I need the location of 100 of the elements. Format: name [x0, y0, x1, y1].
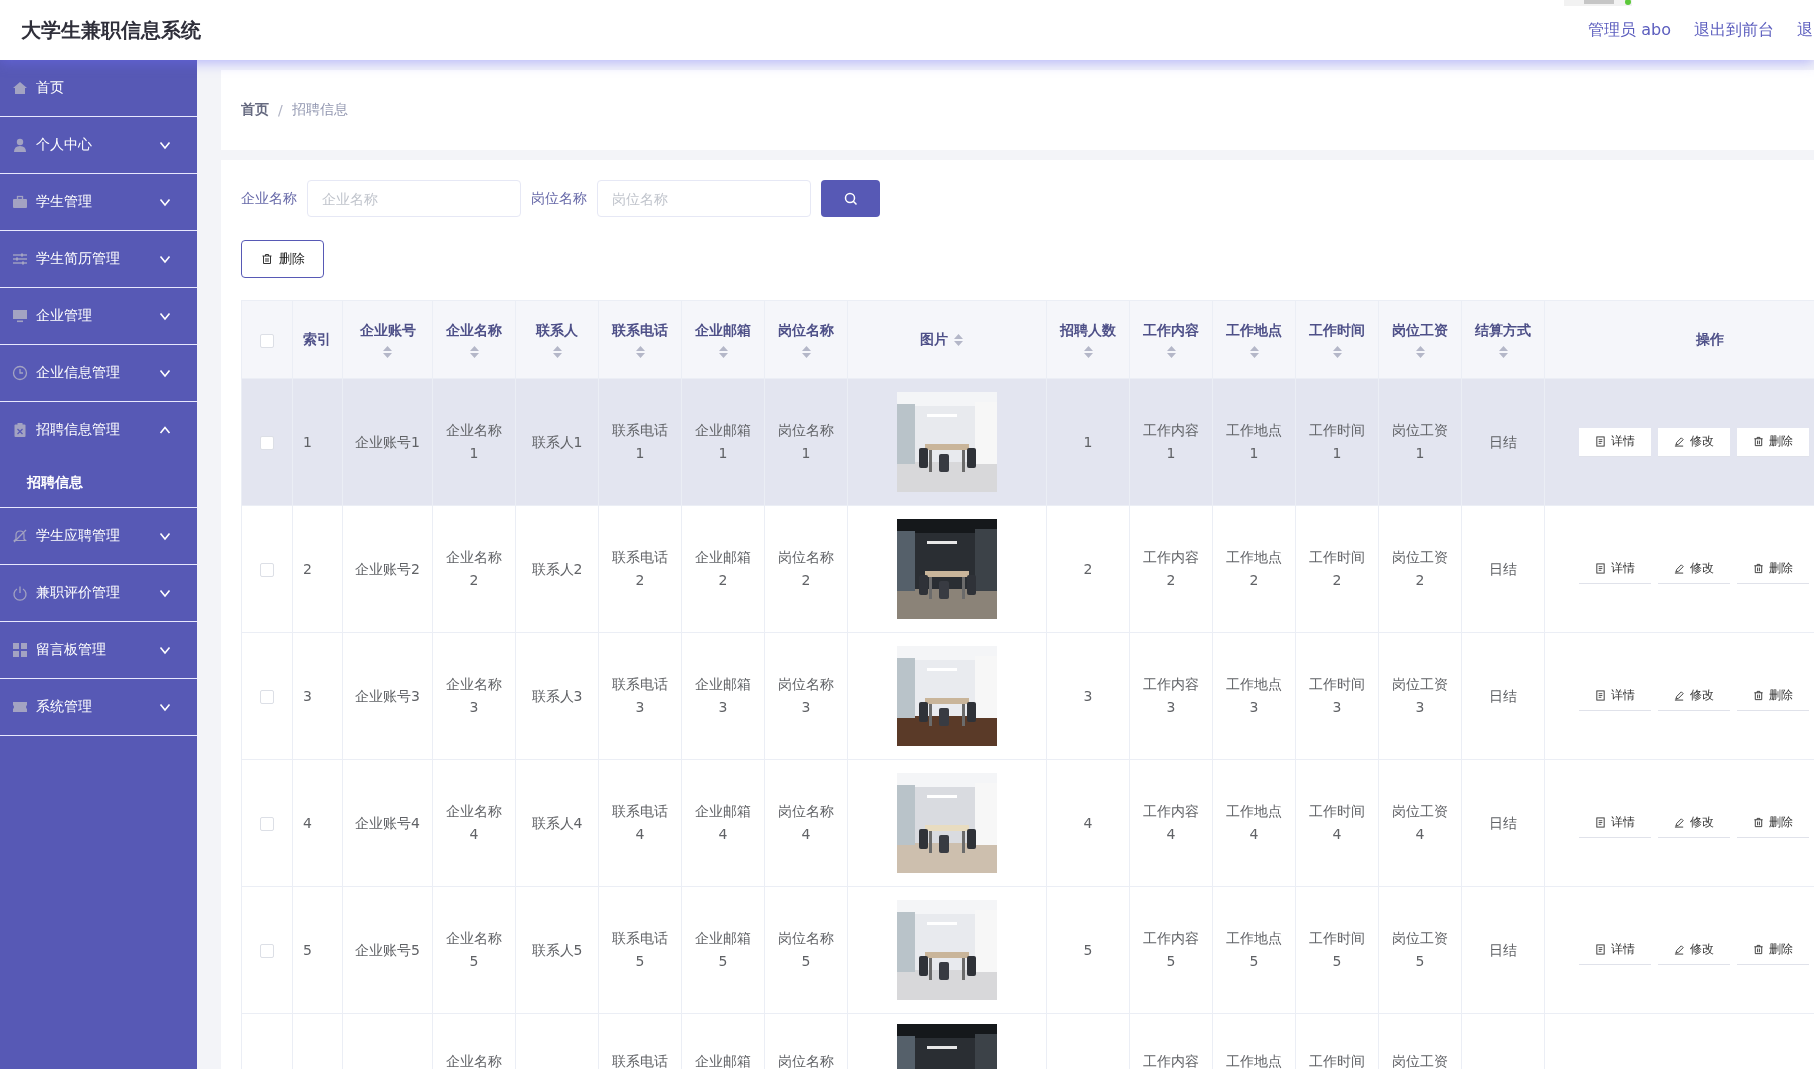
- details-button[interactable]: 详情: [1579, 427, 1651, 457]
- table-cell: 工作地点3: [1226, 676, 1282, 715]
- table-cell: 联系电话4: [612, 803, 668, 842]
- checkbox[interactable]: [260, 435, 274, 450]
- checkbox[interactable]: [260, 689, 274, 704]
- sliders-icon: [12, 251, 28, 267]
- field-label: 岗位名称: [531, 189, 587, 208]
- table-cell: 1: [303, 433, 312, 450]
- table-cell: 联系人1: [531, 433, 583, 450]
- table-cell: 企业邮箱5: [695, 930, 751, 969]
- sort-icon[interactable]: [469, 345, 479, 358]
- sort-icon[interactable]: [1083, 345, 1093, 358]
- document-icon: [1595, 563, 1606, 574]
- monitor-icon: [12, 308, 28, 324]
- table-cell: 工作地点1: [1226, 422, 1282, 461]
- column-header[interactable]: 工作地点: [1226, 321, 1282, 340]
- trash-icon: [1753, 563, 1764, 574]
- checkbox[interactable]: [260, 562, 274, 577]
- checkbox[interactable]: [260, 816, 274, 831]
- sort-icon[interactable]: [801, 345, 811, 358]
- clock-icon: [12, 365, 28, 381]
- column-header[interactable]: 岗位名称: [778, 321, 834, 340]
- table-cell: 工作内容3: [1143, 676, 1199, 715]
- header-link[interactable]: 退出到前台: [1694, 19, 1774, 41]
- breadcrumb-link[interactable]: 首页: [241, 101, 269, 119]
- sidebar-item[interactable]: 留言板管理: [0, 622, 197, 679]
- search-field[interactable]: 岗位名称: [597, 180, 811, 217]
- sidebar-item[interactable]: 企业信息管理: [0, 345, 197, 402]
- pencil-icon: [1674, 944, 1685, 955]
- table-cell: 2: [1083, 560, 1093, 577]
- column-header[interactable]: 招聘人数: [1060, 321, 1116, 340]
- column-header[interactable]: 结算方式: [1475, 321, 1531, 340]
- table-cell: 日结: [1489, 814, 1517, 831]
- table-cell: 岗位名称2: [778, 549, 834, 588]
- search-button[interactable]: [821, 180, 880, 217]
- checkbox[interactable]: [260, 333, 274, 348]
- bell-icon: [12, 528, 28, 544]
- table-cell: 企业名称: [446, 1053, 502, 1069]
- search-field[interactable]: 企业名称: [307, 180, 521, 217]
- trash-icon: [1753, 690, 1764, 701]
- sidebar-subitem[interactable]: 招聘信息: [0, 458, 197, 507]
- sort-icon[interactable]: [552, 345, 562, 358]
- column-header: 索引: [303, 330, 331, 347]
- sort-icon[interactable]: [954, 333, 963, 346]
- table-cell: 联系人2: [531, 560, 583, 577]
- column-header[interactable]: 企业账号: [359, 321, 416, 340]
- sidebar-item[interactable]: 学生应聘管理: [0, 508, 197, 565]
- table-cell: 企业账号5: [355, 941, 420, 958]
- table-cell: 岗位工资2: [1392, 549, 1448, 588]
- table-cell: 工作地点2: [1226, 549, 1282, 588]
- sidebar-item[interactable]: 个人中心: [0, 117, 197, 174]
- sort-icon[interactable]: [383, 345, 392, 358]
- checkbox[interactable]: [260, 943, 274, 958]
- user-icon: [12, 137, 28, 153]
- field-label: 企业名称: [241, 189, 297, 208]
- sidebar-item[interactable]: 企业管理: [0, 288, 197, 345]
- power-icon: [12, 585, 28, 601]
- pencil-icon: [1674, 817, 1685, 828]
- column-header[interactable]: 联系人: [536, 321, 578, 340]
- sidebar-item[interactable]: 学生简历管理: [0, 231, 197, 288]
- table-cell: 工作内容: [1143, 1053, 1199, 1069]
- table-cell: 日结: [1489, 433, 1517, 450]
- edit-button[interactable]: 修改: [1658, 427, 1730, 457]
- table-cell: 工作内容2: [1143, 549, 1199, 588]
- sidebar-item[interactable]: 招聘信息管理: [0, 402, 197, 458]
- sort-icon[interactable]: [1166, 345, 1176, 358]
- column-header[interactable]: 工作内容: [1143, 321, 1199, 340]
- column-header[interactable]: 企业邮箱: [695, 321, 751, 340]
- header-link[interactable]: 管理员 abo: [1588, 19, 1671, 41]
- column-header[interactable]: 工作时间: [1309, 321, 1365, 340]
- delete-button[interactable]: 删除: [1737, 427, 1809, 457]
- column-header[interactable]: 企业名称: [446, 321, 502, 340]
- table-cell: 岗位名称: [778, 1053, 834, 1069]
- briefcase-icon: [12, 194, 28, 210]
- document-icon: [1595, 436, 1606, 447]
- table-cell: 4: [303, 814, 312, 831]
- sidebar-item[interactable]: 兼职评价管理: [0, 565, 197, 622]
- column-header[interactable]: 岗位工资: [1392, 321, 1448, 340]
- table-cell: 联系人5: [531, 941, 583, 958]
- table-cell: 岗位工资3: [1392, 676, 1448, 715]
- header-link[interactable]: 退: [1797, 19, 1813, 41]
- sidebar-item[interactable]: 系统管理: [0, 679, 197, 736]
- column-header[interactable]: 联系电话: [612, 321, 668, 340]
- table-cell: 4: [1083, 814, 1093, 831]
- table-cell: 3: [303, 687, 312, 704]
- sidebar-item[interactable]: 学生管理: [0, 174, 197, 231]
- sidebar-item[interactable]: 首页: [0, 60, 197, 117]
- clipboard-icon: [12, 422, 28, 438]
- sort-icon[interactable]: [1498, 345, 1508, 358]
- table-cell: 企业账号2: [355, 560, 420, 577]
- table-cell: 企业邮箱3: [695, 676, 751, 715]
- sort-icon[interactable]: [1249, 345, 1259, 358]
- app-title: 大学生兼职信息系统: [21, 16, 201, 44]
- table-cell: 联系电话3: [612, 676, 668, 715]
- sort-icon[interactable]: [1415, 345, 1425, 358]
- sort-icon[interactable]: [1332, 345, 1342, 358]
- delete-button[interactable]: 删除: [241, 240, 324, 278]
- sort-icon[interactable]: [635, 345, 645, 358]
- column-header[interactable]: 图片: [920, 330, 948, 349]
- sort-icon[interactable]: [718, 345, 728, 358]
